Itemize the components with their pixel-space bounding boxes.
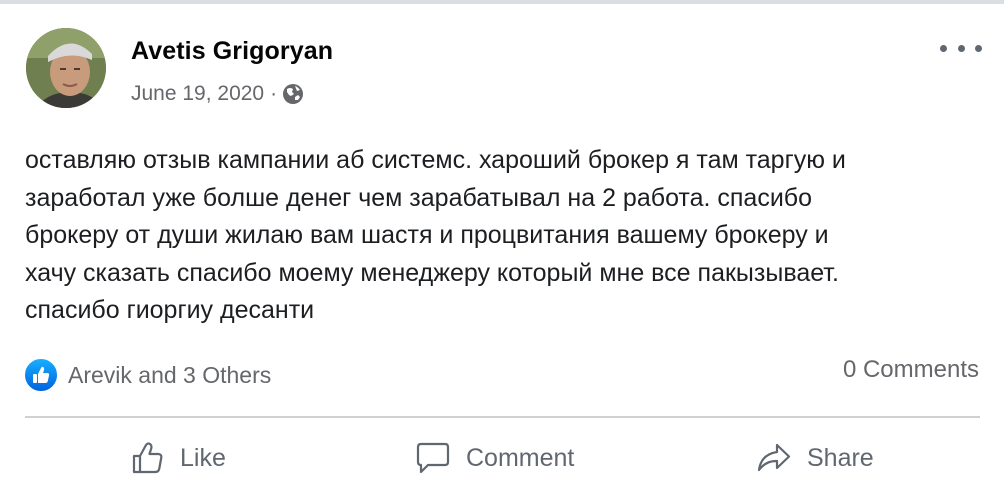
post-text-line: спасибо гиоргиу десанти	[25, 296, 315, 324]
post-text-line: оставляю отзыв кампании аб системс. харо…	[25, 146, 846, 174]
share-button[interactable]: Share	[756, 432, 874, 484]
more-options-icon[interactable]	[940, 36, 982, 60]
post-meta: June 19, 2020 ·	[131, 81, 304, 107]
more-dot	[940, 44, 947, 52]
post-text-line: хачу сказать спасибо моему менеджеру кот…	[25, 258, 839, 287]
like-reaction-icon	[23, 357, 59, 393]
post-text-line: заработал уже болше денег чем зарабатыва…	[25, 183, 813, 212]
comment-icon	[416, 442, 450, 474]
avatar[interactable]	[26, 28, 106, 108]
author-name[interactable]: Avetis Grigoryan	[131, 37, 333, 66]
comment-button[interactable]: Comment	[415, 432, 574, 484]
thumbs-up-icon	[132, 442, 163, 474]
post-date[interactable]: June 19, 2020	[131, 82, 264, 106]
more-dot	[957, 44, 965, 52]
reactions-text[interactable]: Arevik and 3 Others	[68, 362, 271, 389]
avatar-photo	[26, 28, 106, 108]
actions-divider	[25, 416, 980, 418]
meta-separator: ·	[270, 82, 278, 105]
comment-label: Comment	[466, 443, 575, 472]
share-label: Share	[807, 443, 874, 472]
like-label: Like	[180, 443, 226, 472]
reactions-summary[interactable]: Arevik and 3 Others	[23, 356, 271, 394]
card-top-border	[0, 0, 1004, 4]
post-text-line: брокеру от души жилаю вам шастя и процви…	[25, 221, 829, 249]
post-text: оставляю отзыв кампании аб системс. харо…	[25, 142, 985, 330]
like-button[interactable]: Like	[131, 432, 226, 484]
more-dot	[975, 44, 982, 52]
globe-icon[interactable]	[282, 83, 304, 105]
share-icon	[757, 443, 791, 472]
comments-count[interactable]: 0 Comments	[843, 356, 979, 388]
